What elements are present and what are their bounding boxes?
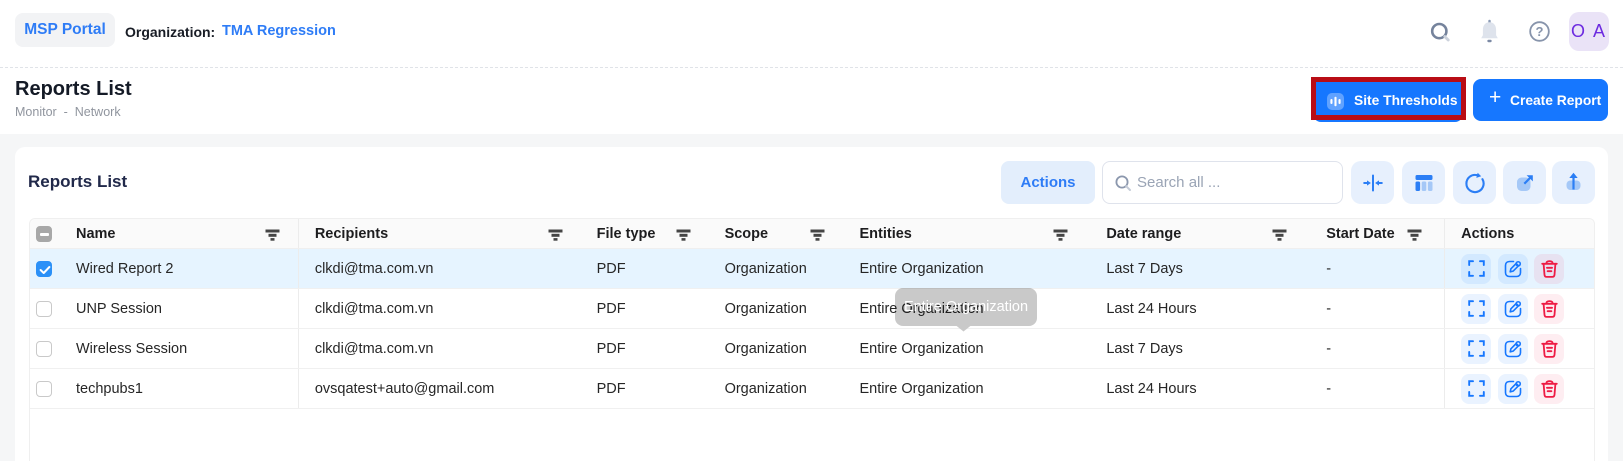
svg-text:?: ?	[1536, 24, 1544, 39]
